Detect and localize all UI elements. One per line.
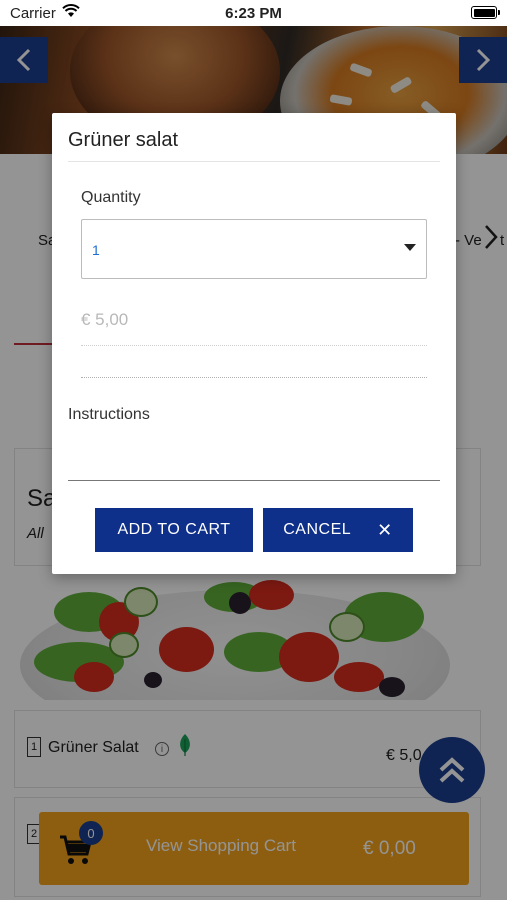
- instructions-input[interactable]: [68, 443, 440, 481]
- caret-down-icon: [404, 244, 416, 251]
- status-bar: Carrier 6:23 PM: [0, 0, 507, 26]
- cancel-button[interactable]: CANCEL ✕: [263, 508, 413, 552]
- quantity-label: Quantity: [81, 189, 141, 206]
- add-to-cart-button[interactable]: ADD TO CART: [95, 508, 253, 552]
- add-item-dialog: Grüner salat Quantity 1 € 5,00 Instructi…: [52, 113, 456, 574]
- clock: 6:23 PM: [225, 5, 282, 22]
- add-to-cart-label: ADD TO CART: [117, 521, 231, 538]
- instructions-label: Instructions: [68, 406, 150, 423]
- quantity-select[interactable]: 1: [81, 219, 427, 279]
- divider: [81, 377, 427, 378]
- item-price: € 5,00: [81, 310, 129, 329]
- quantity-value: 1: [92, 242, 100, 258]
- dialog-title: Grüner salat: [68, 129, 179, 151]
- divider: [81, 345, 427, 346]
- divider: [68, 161, 440, 162]
- close-icon: ✕: [377, 519, 393, 540]
- cancel-label: CANCEL: [283, 521, 352, 538]
- battery-icon: [471, 6, 500, 19]
